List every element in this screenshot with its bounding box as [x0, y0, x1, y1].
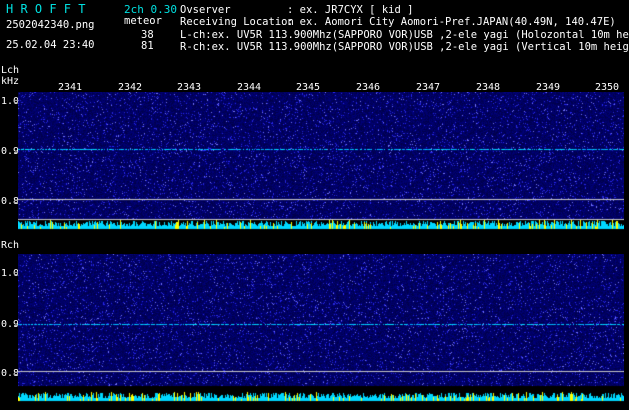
location-value: : ex. Aomori City Aomori-Pref.JAPAN(40.4…: [287, 16, 616, 28]
rch-spectrogram-canvas: [18, 254, 624, 402]
timestamp: 25.02.04 23:40: [6, 39, 95, 51]
observer-label: Ovserver: [180, 4, 231, 16]
lch-spectrogram-canvas: [18, 92, 624, 230]
rch-info: R-ch:ex. UV5R 113.900Mhz(SAPPORO VOR)USB…: [180, 41, 629, 53]
lch-info: L-ch:ex. UV5R 113.900Mhz(SAPPORO VOR)USB…: [180, 29, 629, 41]
app-brand: H R O F F T: [6, 2, 86, 16]
channel-mode: 2ch 0.30: [124, 3, 177, 16]
lch-spectrogram: [18, 92, 624, 230]
file-name: 2502042340.png: [6, 19, 95, 31]
lch-label: Lch: [1, 65, 20, 76]
khz-unit-label: kHz: [1, 76, 20, 87]
rch-spectrogram: [18, 254, 624, 402]
rch-count: 81: [141, 40, 154, 52]
rch-label: Rch: [1, 240, 20, 251]
observer-value: : ex. JR7CYX [ kid ]: [287, 4, 414, 16]
location-label: Receiving Location: [180, 16, 294, 28]
detection-type: meteor: [124, 15, 162, 27]
lch-count: 38: [141, 29, 154, 41]
